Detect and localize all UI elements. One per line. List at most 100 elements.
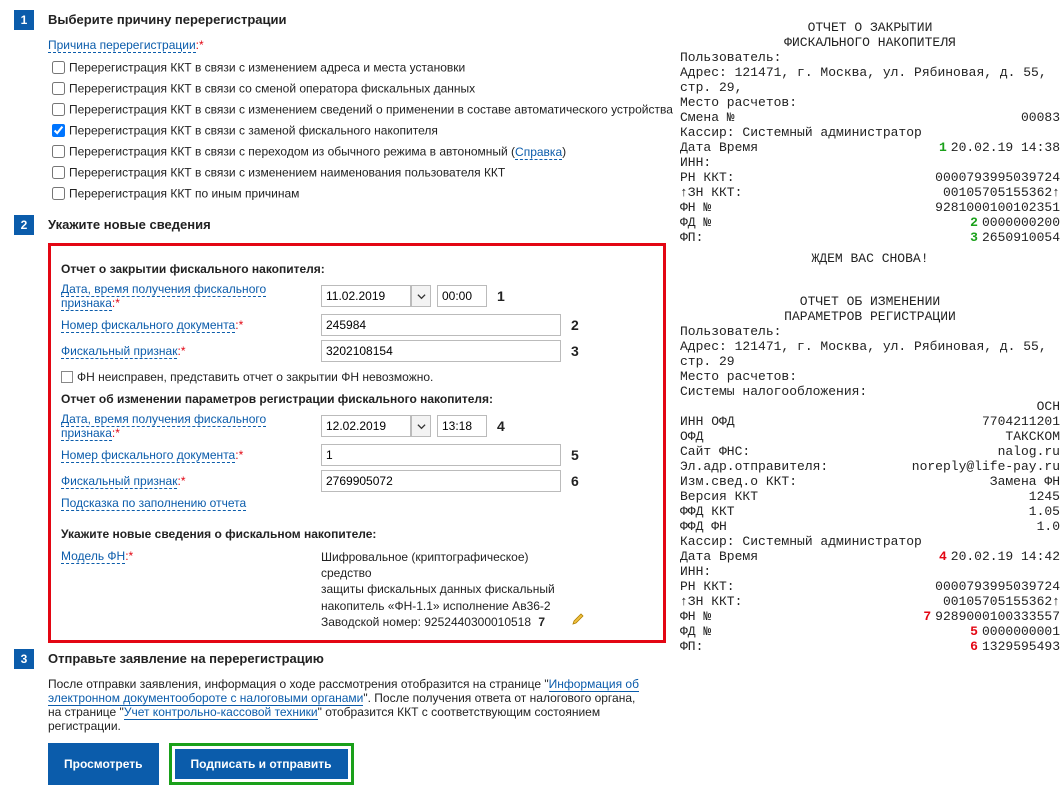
reason-1-label: Перерегистрация ККТ в связи с изменением… [69,61,465,75]
reason-4[interactable] [52,124,65,137]
reason-5[interactable] [52,145,65,158]
edit-pencil-icon[interactable] [571,612,585,630]
rc2-ffdkkt-val: 1.05 [1029,504,1060,519]
reason-6[interactable] [52,166,65,179]
rc1-addr2: стр. 29, [680,80,1060,95]
change-doc-label: Номер фискального документа [61,448,235,463]
rc2-ver-lbl: Версия ККТ [680,489,758,504]
rc2-ofd-val: ТАКСКОМ [1005,429,1060,444]
reason-4-label: Перерегистрация ККТ в связи с заменой фи… [69,124,438,138]
rc1-fd-val: 0000000200 [982,215,1060,230]
rc1-fnnum-val: 9281000100102351 [935,200,1060,215]
step-number: 1 [14,10,34,30]
reason-5-help[interactable]: Справка [515,145,562,160]
change-date-dropdown[interactable] [411,415,431,437]
rc1-fp-lbl: ФП: [680,230,703,245]
preview-button[interactable]: Просмотреть [48,743,159,785]
rc1-zn-val: 00105705155362↑ [943,185,1060,200]
receipt1-title1: ОТЧЕТ О ЗАКРЫТИИ [680,20,1060,35]
reason-2[interactable] [52,82,65,95]
rc1-rn-val: 0000793995039724 [935,170,1060,185]
rc1-shift-lbl: Смена № [680,110,735,125]
fn-model-text-l2: защиты фискальных данных фискальный [321,581,581,597]
rc2-ffdfn-lbl: ФФД ФН [680,519,727,534]
field-mark-1: 1 [497,288,505,304]
rc2-zn-val: 00105705155362↑ [943,594,1060,609]
rc2-email-val: noreply@life-pay.ru [912,459,1060,474]
rc1-dt-val: 20.02.19 14:38 [951,140,1060,155]
reason-3-label: Перерегистрация ККТ в связи с изменением… [69,103,673,117]
close-sign-input[interactable] [321,340,561,362]
change-doc-input[interactable] [321,444,561,466]
close-doc-input[interactable] [321,314,561,336]
rc1-cashier: Кассир: Системный администратор [680,125,1060,140]
field-mark-7: 7 [538,615,545,629]
rc2-ofd-lbl: ОФД [680,429,703,444]
rc2-innofd-val: 7704211201 [982,414,1060,429]
sign-send-button[interactable]: Подписать и отправить [175,749,348,779]
reason-2-label: Перерегистрация ККТ в связи со сменой оп… [69,82,475,96]
rc2-addr1: Адрес: 121471, г. Москва, ул. Рябиновая,… [680,339,1060,354]
rc2-ffdfn-val: 1.0 [1037,519,1060,534]
close-date-label: Дата, время получения фискального призна… [61,282,266,311]
reason-7[interactable] [52,187,65,200]
rc2-place: Место расчетов: [680,369,1060,384]
fn-model-text-l1: Шифровальное (криптографическое) средств… [321,549,581,581]
rc1-user: Пользователь: [680,50,1060,65]
rc2-fns-lbl: Сайт ФНС: [680,444,750,459]
rc1-fp-val: 2650910054 [982,230,1060,245]
change-time-input[interactable] [437,415,487,437]
close-date-input[interactable] [321,285,411,307]
rc2-izm-lbl: Изм.свед.о ККТ: [680,474,797,489]
rc1-inn: ИНН: [680,155,1060,170]
rc2-email-lbl: Эл.адр.отправителя: [680,459,828,474]
reason-7-label: Перерегистрация ККТ по иным причинам [69,187,299,201]
rc1-rn-lbl: РН ККТ: [680,170,735,185]
field-mark-2: 2 [571,317,579,333]
close-sign-label: Фискальный признак [61,344,177,359]
rc2-innofd-lbl: ИНН ОФД [680,414,735,429]
field-mark-3: 3 [571,343,579,359]
reason-5-label-b: ) [562,145,566,159]
reason-3[interactable] [52,103,65,116]
new-fn-heading: Укажите новые сведения о фискальном нако… [61,527,653,541]
change-date-input[interactable] [321,415,411,437]
rc2-fnnum-lbl: ФН № [680,609,711,624]
rc2-dt-val: 20.02.19 14:42 [951,549,1060,564]
close-time-input[interactable] [437,285,487,307]
rc1-shift-val: 00083 [1021,110,1060,125]
step2-title: Укажите новые сведения [48,215,211,235]
rc1-fd-lbl: ФД № [680,215,711,230]
rc1-place: Место расчетов: [680,95,1060,110]
reason-5-label-a: Перерегистрация ККТ в связи с переходом … [69,145,515,159]
rc2-fd-lbl: ФД № [680,624,711,639]
cause-link[interactable]: Причина перерегистрации [48,38,196,53]
field-mark-4: 4 [497,418,505,434]
reason-1[interactable] [52,61,65,74]
rc1-thanks: ЖДЕМ ВАС СНОВА! [680,251,1060,266]
rc1-dt-lbl: Дата Время [680,140,758,155]
step3-text-a: После отправки заявления, информация о х… [48,677,549,691]
rc2-izm-val: Замена ФН [990,474,1060,489]
rc2-dt-lbl: Дата Время [680,549,758,564]
rc2-inn: ИНН: [680,564,1060,579]
rc2-tax-val: ОСН [1037,399,1060,414]
change-sign-input[interactable] [321,470,561,492]
step1-title: Выберите причину перерегистрации [48,10,286,30]
rc1-zn-lbl: ↑ЗН ККТ: [680,185,742,200]
close-date-dropdown[interactable] [411,285,431,307]
step3-link2[interactable]: Учет контрольно-кассовой техники [124,705,318,720]
green-highlight-box: Подписать и отправить [169,743,354,785]
field-mark-5: 5 [571,447,579,463]
rc2-fnnum-val: 9289000100333557 [935,609,1060,624]
change-sign-label: Фискальный признак [61,474,177,489]
fn-serial: 9252440300010518 [424,615,531,629]
receipt2-title1: ОТЧЕТ ОБ ИЗМЕНЕНИИ [680,294,1060,309]
step-number: 2 [14,215,34,235]
rc2-fns-val: nalog.ru [998,444,1060,459]
rc2-ffdkkt-lbl: ФФД ККТ [680,504,735,519]
field-mark-6: 6 [571,473,579,489]
rc2-fp-val: 1329595493 [982,639,1060,654]
fn-broken-chk-icon[interactable] [61,371,73,383]
report-hint-link[interactable]: Подсказка по заполнению отчета [61,496,246,511]
